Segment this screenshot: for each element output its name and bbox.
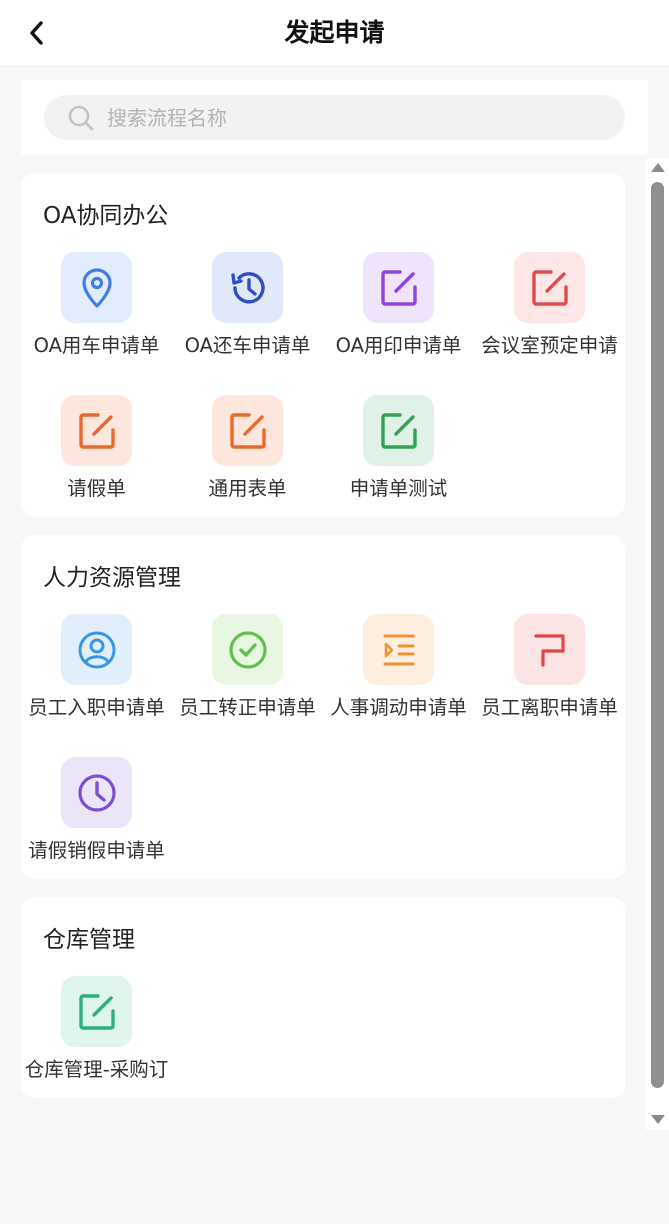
- process-tile-label: 通用表单: [208, 477, 287, 500]
- section-card-warehouse: 仓库管理 仓库管理-采购订: [21, 897, 625, 1098]
- search-input[interactable]: [105, 104, 589, 131]
- page-title: 发起申请: [284, 18, 385, 47]
- process-tile[interactable]: 请假销假申请单: [21, 757, 172, 877]
- user-circle-icon: [61, 614, 132, 685]
- scroll-down-arrow[interactable]: [651, 1115, 665, 1124]
- edit-icon: [363, 395, 434, 466]
- process-tile[interactable]: 员工离职申请单: [474, 614, 625, 734]
- process-tile-label: 员工转正申请单: [179, 696, 316, 719]
- process-tile[interactable]: 请假单: [21, 395, 172, 515]
- process-tile-label: OA用印申请单: [335, 334, 462, 357]
- process-tile[interactable]: 仓库管理-采购订: [21, 976, 172, 1096]
- edit-icon: [363, 252, 434, 323]
- header-bar: 发起申请: [0, 0, 669, 67]
- scrollbar[interactable]: [646, 158, 669, 1130]
- process-tile[interactable]: OA还车申请单: [172, 252, 323, 372]
- flag-icon: [514, 614, 585, 685]
- process-tile-label: 仓库管理-采购订: [24, 1058, 169, 1081]
- scroll-up-arrow[interactable]: [651, 163, 665, 172]
- process-tile-label: 员工入职申请单: [28, 696, 165, 719]
- process-tile[interactable]: 员工入职申请单: [21, 614, 172, 734]
- process-tile[interactable]: OA用印申请单: [323, 252, 474, 372]
- process-tile-label: 申请单测试: [349, 477, 448, 500]
- process-tile-label: 请假单: [67, 477, 126, 500]
- section-card-hr: 人力资源管理 员工入职申请单 员工转正申请单 人事调动申请单 员工离职申请单请假销假申…: [21, 535, 625, 879]
- section-title: OA协同办公: [43, 203, 169, 229]
- section-title: 仓库管理: [43, 927, 135, 953]
- search-box[interactable]: [44, 95, 625, 140]
- process-tile-label: 会议室预定申请: [481, 334, 618, 357]
- edit-icon: [61, 395, 132, 466]
- process-tile[interactable]: 申请单测试: [323, 395, 474, 515]
- process-tile[interactable]: 通用表单: [172, 395, 323, 515]
- edit-icon: [61, 976, 132, 1047]
- edit-icon: [212, 395, 283, 466]
- process-tile-label: 人事调动申请单: [330, 696, 467, 719]
- section-title: 人力资源管理: [43, 565, 181, 591]
- history-icon: [212, 252, 283, 323]
- process-tile[interactable]: OA用车申请单: [21, 252, 172, 372]
- process-tile-label: 员工离职申请单: [481, 696, 618, 719]
- scroll-thumb[interactable]: [651, 182, 664, 1088]
- clock-icon: [61, 757, 132, 828]
- section-card-oa: OA协同办公 OA用车申请单 OA还车申请单 OA用印申请单 会议室预定申请请假单 通用…: [21, 173, 625, 517]
- process-tile[interactable]: 会议室预定申请: [474, 252, 625, 372]
- check-circle-icon: [212, 614, 283, 685]
- location-pin-icon: [61, 252, 132, 323]
- process-tile-label: OA还车申请单: [184, 334, 311, 357]
- process-tile[interactable]: 员工转正申请单: [172, 614, 323, 734]
- process-tile[interactable]: 人事调动申请单: [323, 614, 474, 734]
- search-panel: [21, 80, 648, 155]
- search-icon: [67, 104, 95, 132]
- edit-icon: [514, 252, 585, 323]
- indent-list-icon: [363, 614, 434, 685]
- process-tile-label: OA用车申请单: [33, 334, 160, 357]
- process-tile-label: 请假销假申请单: [28, 839, 165, 862]
